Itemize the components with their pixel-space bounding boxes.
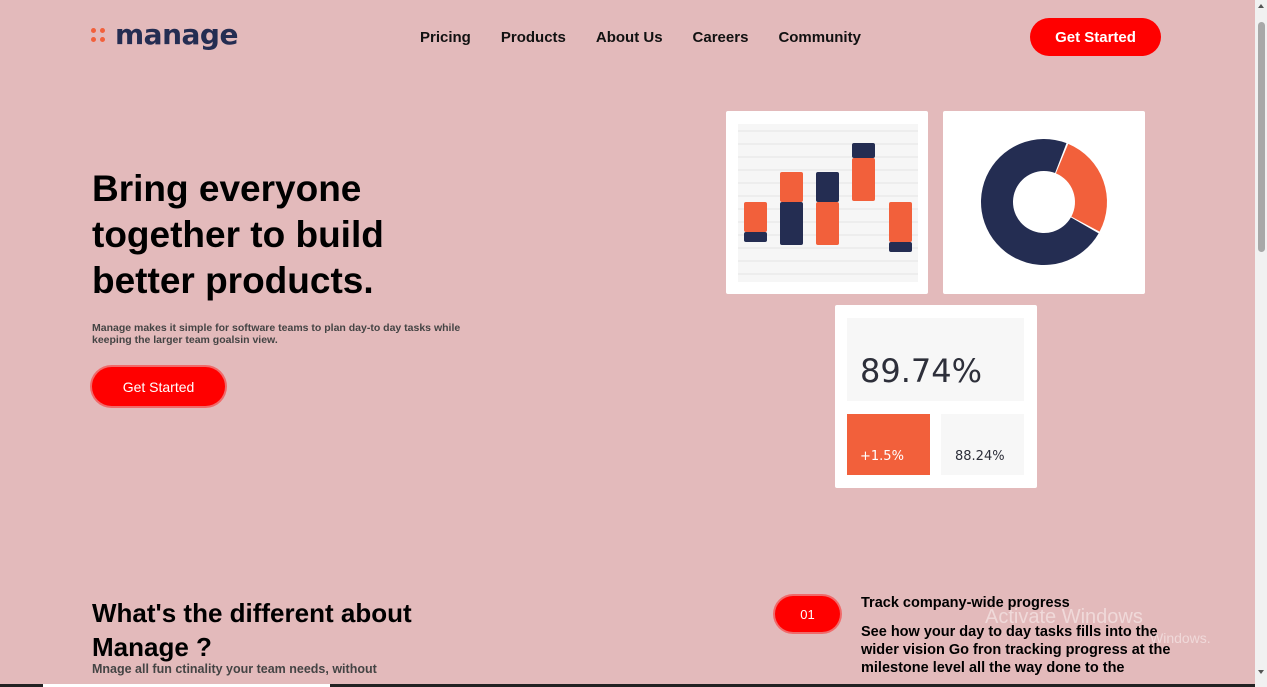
nav-pricing[interactable]: Pricing: [420, 29, 471, 46]
bar-chart: [738, 124, 918, 282]
hero-subtitle: Manage makes it simple for software team…: [92, 322, 461, 346]
nav-careers[interactable]: Careers: [693, 29, 749, 46]
vertical-scrollbar[interactable]: [1255, 0, 1267, 687]
logo[interactable]: manage: [91, 18, 238, 51]
bar-segment-navy: [780, 202, 803, 245]
stat-main-box: 89.74%: [847, 318, 1024, 401]
stat-main-value: 89.74%: [860, 352, 983, 390]
header-get-started-button[interactable]: Get Started: [1030, 18, 1161, 56]
donut-chart: [981, 139, 1107, 265]
stat-secondary-value: 88.24%: [955, 449, 1005, 464]
logo-dots-icon: [91, 27, 105, 42]
scroll-up-arrow-icon[interactable]: [1258, 4, 1264, 8]
donut-chart-card: [943, 111, 1145, 294]
bar-segment-navy: [816, 172, 839, 202]
bar-segment-navy: [744, 232, 767, 242]
features-title: What's the different about Manage ?: [92, 598, 412, 662]
nav-community[interactable]: Community: [778, 29, 861, 46]
bar-chart-card: [726, 111, 928, 294]
donut-slice-orange: [1055, 143, 1107, 232]
scrollbar-thumb[interactable]: [1258, 22, 1265, 252]
bar-segment-navy: [889, 242, 912, 252]
bar-segment-orange: [816, 202, 839, 245]
bar-segment-orange: [780, 172, 803, 202]
feature-description: See how your day to day tasks fills into…: [861, 624, 1171, 676]
logo-text: manage: [115, 18, 238, 51]
feature-title: Track company-wide progress: [861, 595, 1070, 611]
feature-number-badge[interactable]: 01: [775, 596, 840, 632]
nav-products[interactable]: Products: [501, 29, 566, 46]
features-subtitle: Mnage all fun ctinality your team needs,…: [92, 662, 377, 676]
stats-card: 89.74% +1.5% 88.24%: [835, 305, 1037, 488]
main-nav: Pricing Products About Us Careers Commun…: [420, 29, 891, 46]
nav-about-us[interactable]: About Us: [596, 29, 663, 46]
stat-change-value: +1.5%: [860, 449, 904, 464]
bar-segment-orange: [744, 202, 767, 232]
stat-secondary-box: 88.24%: [941, 414, 1024, 475]
bar-segment-orange: [889, 202, 912, 242]
bar-segment-navy: [852, 143, 875, 158]
hero-get-started-button[interactable]: Get Started: [92, 367, 225, 406]
stat-change-box: +1.5%: [847, 414, 930, 475]
bar-segment-orange: [852, 158, 875, 201]
scroll-down-arrow-icon[interactable]: [1258, 670, 1264, 674]
hero-title: Bring everyone together to build better …: [92, 168, 384, 301]
